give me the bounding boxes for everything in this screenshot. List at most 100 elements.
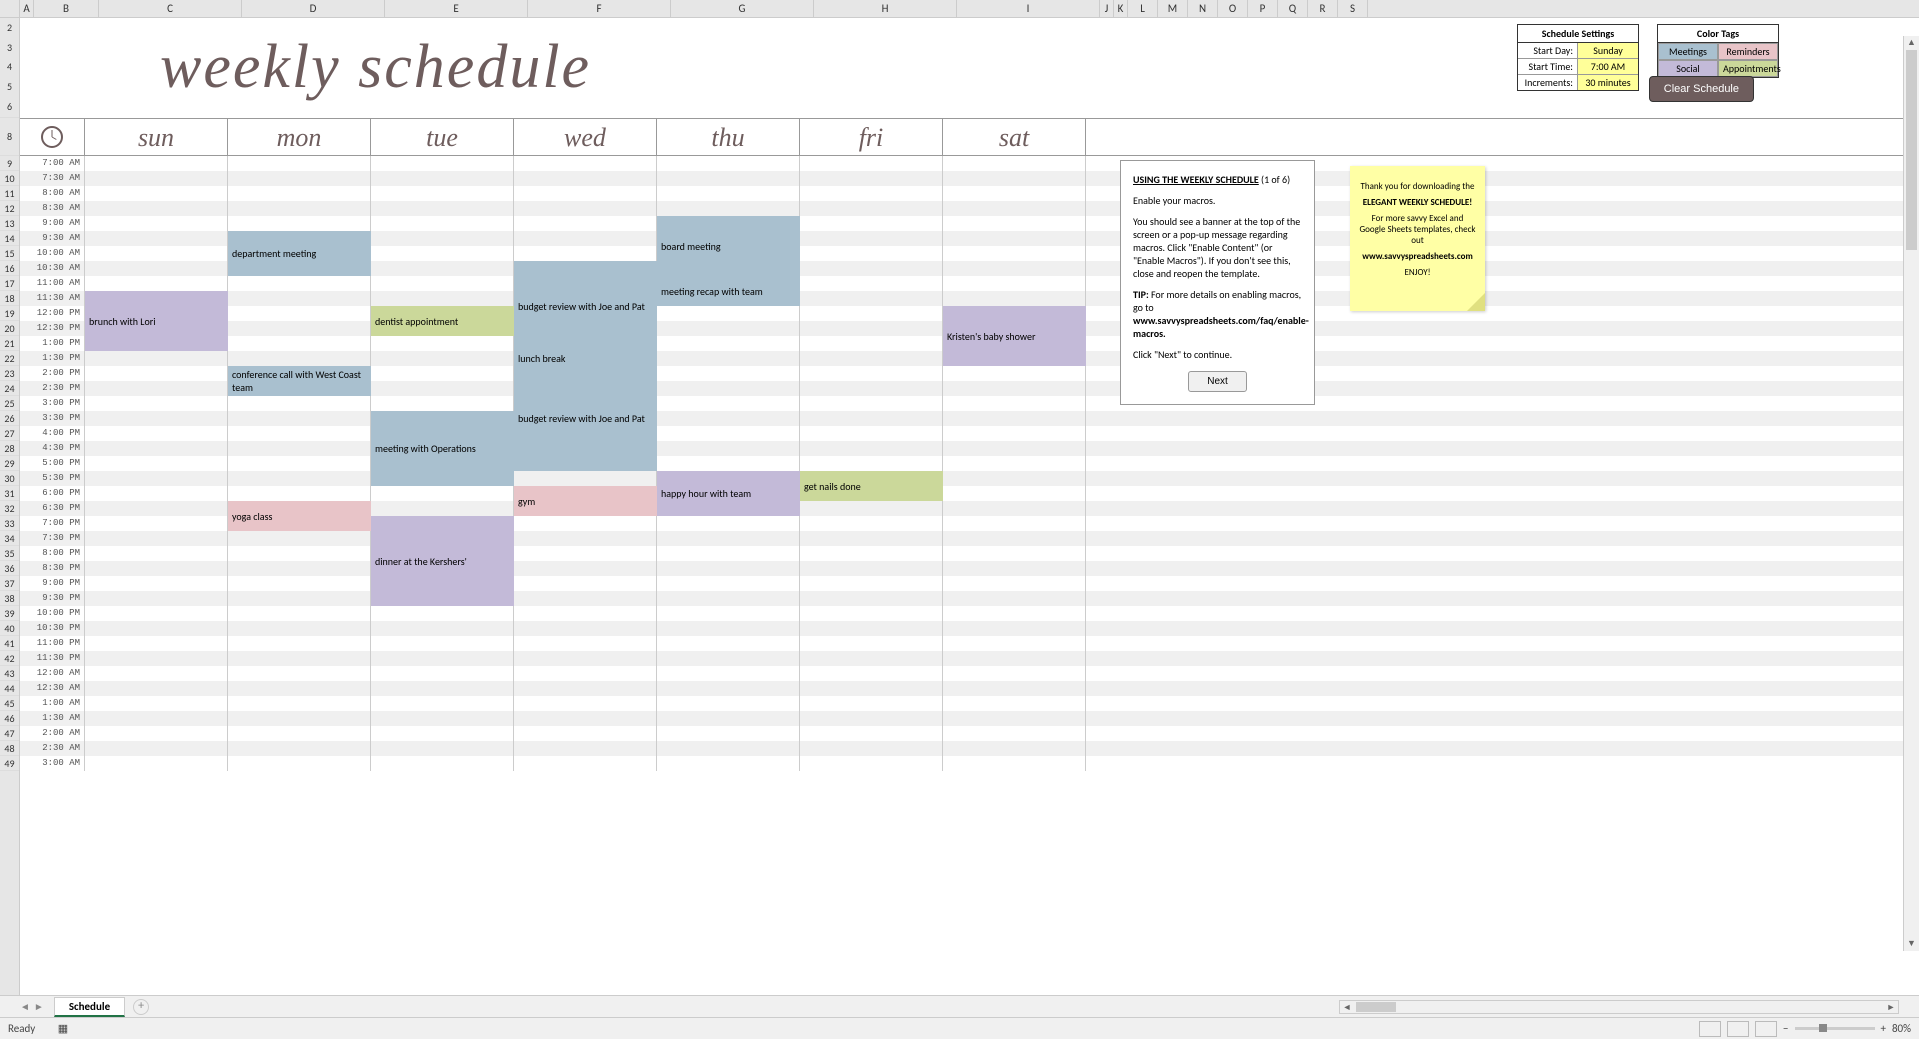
row-header[interactable]: 40: [0, 621, 19, 636]
event-block[interactable]: happy hour with team: [657, 471, 800, 516]
grid-cell[interactable]: [228, 171, 371, 186]
grid-cell[interactable]: [85, 456, 228, 471]
grid-cell[interactable]: [85, 276, 228, 291]
row-header[interactable]: 33: [0, 516, 19, 531]
grid-cell[interactable]: [371, 261, 514, 276]
grid-cell[interactable]: [514, 246, 657, 261]
grid-cell[interactable]: [85, 411, 228, 426]
grid-cell[interactable]: [800, 336, 943, 351]
grid-cell[interactable]: [85, 516, 228, 531]
grid-cell[interactable]: [514, 186, 657, 201]
scroll-up-icon[interactable]: ▲: [1904, 36, 1919, 50]
grid-cell[interactable]: [228, 741, 371, 756]
grid-cell[interactable]: [85, 636, 228, 651]
row-header[interactable]: 49: [0, 756, 19, 771]
grid-cell[interactable]: [228, 621, 371, 636]
grid-cell[interactable]: [943, 171, 1086, 186]
grid-cell[interactable]: [800, 651, 943, 666]
event-block[interactable]: yoga class: [228, 501, 371, 531]
grid-cell[interactable]: [657, 201, 800, 216]
grid-cell[interactable]: [85, 531, 228, 546]
grid-cell[interactable]: [800, 741, 943, 756]
grid-cell[interactable]: [85, 501, 228, 516]
grid-cell[interactable]: [514, 201, 657, 216]
grid-cell[interactable]: [800, 186, 943, 201]
grid-cell[interactable]: [800, 636, 943, 651]
grid-cell[interactable]: [371, 336, 514, 351]
row-header[interactable]: 15: [0, 246, 19, 261]
grid-cell[interactable]: [228, 336, 371, 351]
setting-value[interactable]: 7:00 AM: [1578, 59, 1638, 74]
row-header[interactable]: 12: [0, 201, 19, 216]
grid-cell[interactable]: [800, 366, 943, 381]
grid-cell[interactable]: [800, 156, 943, 171]
grid-cell[interactable]: [514, 216, 657, 231]
grid-cell[interactable]: [85, 621, 228, 636]
grid-cell[interactable]: [514, 471, 657, 486]
grid-cell[interactable]: [800, 261, 943, 276]
grid-cell[interactable]: [657, 156, 800, 171]
grid-cell[interactable]: [943, 156, 1086, 171]
grid-cell[interactable]: [514, 156, 657, 171]
row-header[interactable]: 41: [0, 636, 19, 651]
event-block[interactable]: brunch with Lori: [85, 291, 228, 351]
grid-cell[interactable]: [657, 561, 800, 576]
grid-cell[interactable]: [657, 741, 800, 756]
grid-cell[interactable]: [514, 681, 657, 696]
grid-cell[interactable]: [85, 711, 228, 726]
grid-cell[interactable]: [800, 606, 943, 621]
row-header[interactable]: 36: [0, 561, 19, 576]
grid-cell[interactable]: [85, 471, 228, 486]
grid-cell[interactable]: [800, 756, 943, 771]
col-header-E[interactable]: E: [385, 0, 528, 17]
row-header[interactable]: 24: [0, 381, 19, 396]
grid-cell[interactable]: [228, 756, 371, 771]
grid-cell[interactable]: [800, 201, 943, 216]
grid-cell[interactable]: [514, 741, 657, 756]
col-header-D[interactable]: D: [242, 0, 385, 17]
grid-cell[interactable]: [85, 156, 228, 171]
grid-cell[interactable]: [85, 396, 228, 411]
grid-cell[interactable]: [85, 561, 228, 576]
col-header-K[interactable]: K: [1114, 0, 1128, 17]
grid-cell[interactable]: [85, 246, 228, 261]
grid-cell[interactable]: [943, 696, 1086, 711]
sheet-tab-schedule[interactable]: Schedule: [54, 997, 125, 1017]
grid-cell[interactable]: [800, 576, 943, 591]
grid-cell[interactable]: [85, 231, 228, 246]
grid-cell[interactable]: [371, 291, 514, 306]
grid-cell[interactable]: [943, 456, 1086, 471]
grid-cell[interactable]: [657, 351, 800, 366]
grid-cell[interactable]: [800, 711, 943, 726]
row-header[interactable]: 47: [0, 726, 19, 741]
grid-cell[interactable]: [657, 396, 800, 411]
col-header-L[interactable]: L: [1128, 0, 1158, 17]
grid-cell[interactable]: [514, 651, 657, 666]
event-block[interactable]: board meeting: [657, 216, 800, 276]
zoom-out-button[interactable]: −: [1783, 1022, 1788, 1035]
col-header-R[interactable]: R: [1308, 0, 1338, 17]
row-header[interactable]: 39: [0, 606, 19, 621]
grid-cell[interactable]: [943, 606, 1086, 621]
event-block[interactable]: dentist appointment: [371, 306, 514, 336]
grid-cell[interactable]: [85, 381, 228, 396]
tag-meetings[interactable]: Meetings: [1658, 43, 1718, 60]
grid-cell[interactable]: [800, 681, 943, 696]
grid-cell[interactable]: [943, 216, 1086, 231]
event-block[interactable]: meeting recap with team: [657, 276, 800, 306]
grid-cell[interactable]: [514, 696, 657, 711]
grid-cell[interactable]: [943, 186, 1086, 201]
grid-cell[interactable]: [228, 321, 371, 336]
row-header[interactable]: 19: [0, 306, 19, 321]
grid-cell[interactable]: [657, 381, 800, 396]
grid-cell[interactable]: [657, 306, 800, 321]
event-block[interactable]: conference call with West Coast team: [228, 366, 371, 396]
grid-cell[interactable]: [800, 531, 943, 546]
event-block[interactable]: Kristen's baby shower: [943, 306, 1086, 366]
col-header-N[interactable]: N: [1188, 0, 1218, 17]
col-header-S[interactable]: S: [1338, 0, 1368, 17]
grid-cell[interactable]: [800, 621, 943, 636]
grid-cell[interactable]: [371, 501, 514, 516]
vertical-scrollbar[interactable]: ▲ ▼: [1903, 36, 1919, 951]
grid-cell[interactable]: [800, 381, 943, 396]
